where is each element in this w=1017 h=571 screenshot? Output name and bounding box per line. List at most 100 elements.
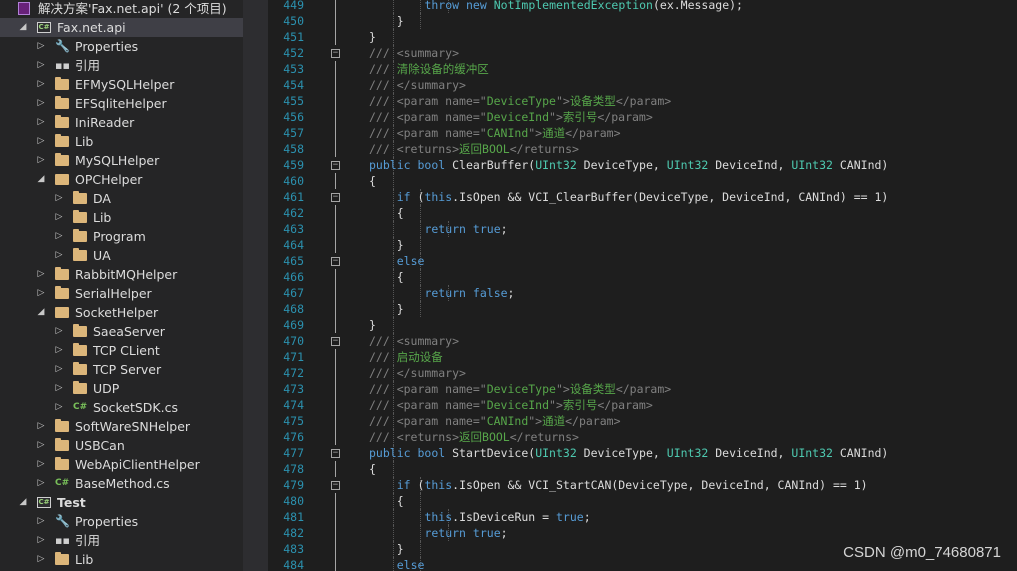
- collapsed-arrow-icon[interactable]: ▷: [54, 246, 64, 265]
- code-line[interactable]: /// </summary>: [369, 365, 466, 381]
- code-line[interactable]: /// <param name="CANInd">通道</param>: [369, 413, 621, 429]
- tree-item[interactable]: ▷ C# SocketSDK.cs: [0, 398, 243, 417]
- code-line[interactable]: {: [397, 269, 404, 285]
- code-line[interactable]: /// <param name="DeviceInd">索引号</param>: [369, 397, 653, 413]
- tree-item[interactable]: ▷ WebApiClientHelper: [0, 455, 243, 474]
- tree-item[interactable]: ▷ USBCan: [0, 436, 243, 455]
- collapsed-arrow-icon[interactable]: ▷: [36, 436, 46, 455]
- collapse-region-icon[interactable]: −: [331, 337, 340, 346]
- tree-item[interactable]: ◢ C# Fax.net.api: [0, 18, 243, 37]
- code-line[interactable]: public bool ClearBuffer(UInt32 DeviceTyp…: [369, 157, 888, 173]
- code-line[interactable]: return false;: [424, 285, 514, 301]
- collapse-region-icon[interactable]: −: [331, 49, 340, 58]
- tree-item[interactable]: ▷ Lib: [0, 550, 243, 569]
- collapsed-arrow-icon[interactable]: ▷: [54, 379, 64, 398]
- tree-item[interactable]: ▷ TCP CLient: [0, 341, 243, 360]
- tree-item[interactable]: ▷ SerialHelper: [0, 284, 243, 303]
- code-line[interactable]: /// <summary>: [369, 333, 459, 349]
- code-line[interactable]: /// <param name="CANInd">通道</param>: [369, 125, 621, 141]
- code-line[interactable]: if (this.IsOpen && VCI_ClearBuffer(Devic…: [397, 189, 889, 205]
- code-line[interactable]: else: [397, 557, 425, 571]
- tree-item[interactable]: 解决方案'Fax.net.api' (2 个项目): [0, 0, 243, 18]
- code-line[interactable]: /// <param name="DeviceType">设备类型</param…: [369, 381, 671, 397]
- collapsed-arrow-icon[interactable]: ▷: [54, 189, 64, 208]
- tree-item[interactable]: ▷ Lib: [0, 208, 243, 227]
- tree-item[interactable]: ▷ UDP: [0, 379, 243, 398]
- code-line[interactable]: /// 清除设备的缓冲区: [369, 61, 489, 77]
- tree-item[interactable]: ◢ SocketHelper: [0, 303, 243, 322]
- code-line[interactable]: /// </summary>: [369, 77, 466, 93]
- collapse-region-icon[interactable]: −: [331, 193, 340, 202]
- collapsed-arrow-icon[interactable]: ▷: [36, 550, 46, 569]
- collapsed-arrow-icon[interactable]: ▷: [36, 512, 46, 531]
- collapsed-arrow-icon[interactable]: ▷: [36, 151, 46, 170]
- collapsed-arrow-icon[interactable]: ▷: [36, 75, 46, 94]
- collapsed-arrow-icon[interactable]: ▷: [54, 398, 64, 417]
- code-line[interactable]: else: [397, 253, 425, 269]
- code-line[interactable]: }: [397, 237, 404, 253]
- tree-item[interactable]: ▷ EFMySQLHelper: [0, 75, 243, 94]
- collapsed-arrow-icon[interactable]: ▷: [36, 531, 46, 550]
- code-line[interactable]: /// <param name="DeviceInd">索引号</param>: [369, 109, 653, 125]
- code-line[interactable]: }: [369, 29, 376, 45]
- tree-item[interactable]: ▷ SaeaServer: [0, 322, 243, 341]
- code-line[interactable]: /// 启动设备: [369, 349, 443, 365]
- tree-item[interactable]: ▷ Program: [0, 227, 243, 246]
- tree-item[interactable]: ▷ 🔧 Properties: [0, 512, 243, 531]
- code-line[interactable]: }: [397, 301, 404, 317]
- tree-item[interactable]: ◢ OPCHelper: [0, 170, 243, 189]
- collapsed-arrow-icon[interactable]: ▷: [36, 132, 46, 151]
- expanded-arrow-icon[interactable]: ◢: [36, 170, 46, 189]
- collapsed-arrow-icon[interactable]: ▷: [54, 208, 64, 227]
- tree-item[interactable]: ▷ DA: [0, 189, 243, 208]
- collapsed-arrow-icon[interactable]: ▷: [54, 322, 64, 341]
- collapsed-arrow-icon[interactable]: ▷: [54, 341, 64, 360]
- collapsed-arrow-icon[interactable]: ▷: [36, 37, 46, 56]
- code-line[interactable]: {: [397, 205, 404, 221]
- expanded-arrow-icon[interactable]: ◢: [36, 303, 46, 322]
- collapse-region-icon[interactable]: −: [331, 449, 340, 458]
- code-line[interactable]: /// <summary>: [369, 45, 459, 61]
- code-line[interactable]: {: [369, 461, 376, 477]
- code-line[interactable]: this.IsDeviceRun = true;: [424, 509, 590, 525]
- collapsed-arrow-icon[interactable]: ▷: [36, 455, 46, 474]
- collapsed-arrow-icon[interactable]: ▷: [36, 265, 46, 284]
- tree-item[interactable]: ▷ RabbitMQHelper: [0, 265, 243, 284]
- tree-item[interactable]: ▷ ▪▪ 引用: [0, 531, 243, 550]
- collapse-region-icon[interactable]: −: [331, 161, 340, 170]
- expanded-arrow-icon[interactable]: ◢: [18, 18, 28, 37]
- code-line[interactable]: {: [397, 493, 404, 509]
- tree-item[interactable]: ▷ TCP Server: [0, 360, 243, 379]
- collapse-region-icon[interactable]: −: [331, 481, 340, 490]
- code-line[interactable]: return true;: [424, 221, 507, 237]
- code-line[interactable]: /// <param name="DeviceType">设备类型</param…: [369, 93, 671, 109]
- tree-item[interactable]: ▷ 🔧 Properties: [0, 37, 243, 56]
- tree-item[interactable]: ▷ SoftWareSNHelper: [0, 417, 243, 436]
- collapsed-arrow-icon[interactable]: ▷: [36, 417, 46, 436]
- code-line[interactable]: }: [397, 541, 404, 557]
- tree-item[interactable]: ▷ UA: [0, 246, 243, 265]
- collapsed-arrow-icon[interactable]: ▷: [36, 56, 46, 75]
- collapse-region-icon[interactable]: −: [331, 257, 340, 266]
- code-line[interactable]: throw new NotImplementedException(ex.Mes…: [424, 0, 743, 13]
- collapsed-arrow-icon[interactable]: ▷: [36, 94, 46, 113]
- code-line[interactable]: return true;: [424, 525, 507, 541]
- tree-item[interactable]: ▷ ▪▪ 引用: [0, 56, 243, 75]
- tree-item[interactable]: ▷ Lib: [0, 132, 243, 151]
- tree-item[interactable]: ▷ EFSqliteHelper: [0, 94, 243, 113]
- collapsed-arrow-icon[interactable]: ▷: [36, 474, 46, 493]
- code-editor[interactable]: 449 throw new NotImplementedException(ex.…: [268, 0, 1017, 571]
- collapsed-arrow-icon[interactable]: ▷: [54, 360, 64, 379]
- collapsed-arrow-icon[interactable]: ▷: [36, 284, 46, 303]
- tree-item[interactable]: ◢ C# Test: [0, 493, 243, 512]
- code-line[interactable]: if (this.IsOpen && VCI_StartCAN(DeviceTy…: [397, 477, 868, 493]
- tree-item[interactable]: ▷ IniReader: [0, 113, 243, 132]
- code-line[interactable]: {: [369, 173, 376, 189]
- code-line[interactable]: /// <returns>返回BOOL</returns>: [369, 141, 579, 157]
- code-line[interactable]: public bool StartDevice(UInt32 DeviceTyp…: [369, 445, 888, 461]
- code-line[interactable]: /// <returns>返回BOOL</returns>: [369, 429, 579, 445]
- collapsed-arrow-icon[interactable]: ▷: [36, 113, 46, 132]
- tree-item[interactable]: ▷ C# BaseMethod.cs: [0, 474, 243, 493]
- expanded-arrow-icon[interactable]: ◢: [18, 493, 28, 512]
- tree-item[interactable]: ▷ MySQLHelper: [0, 151, 243, 170]
